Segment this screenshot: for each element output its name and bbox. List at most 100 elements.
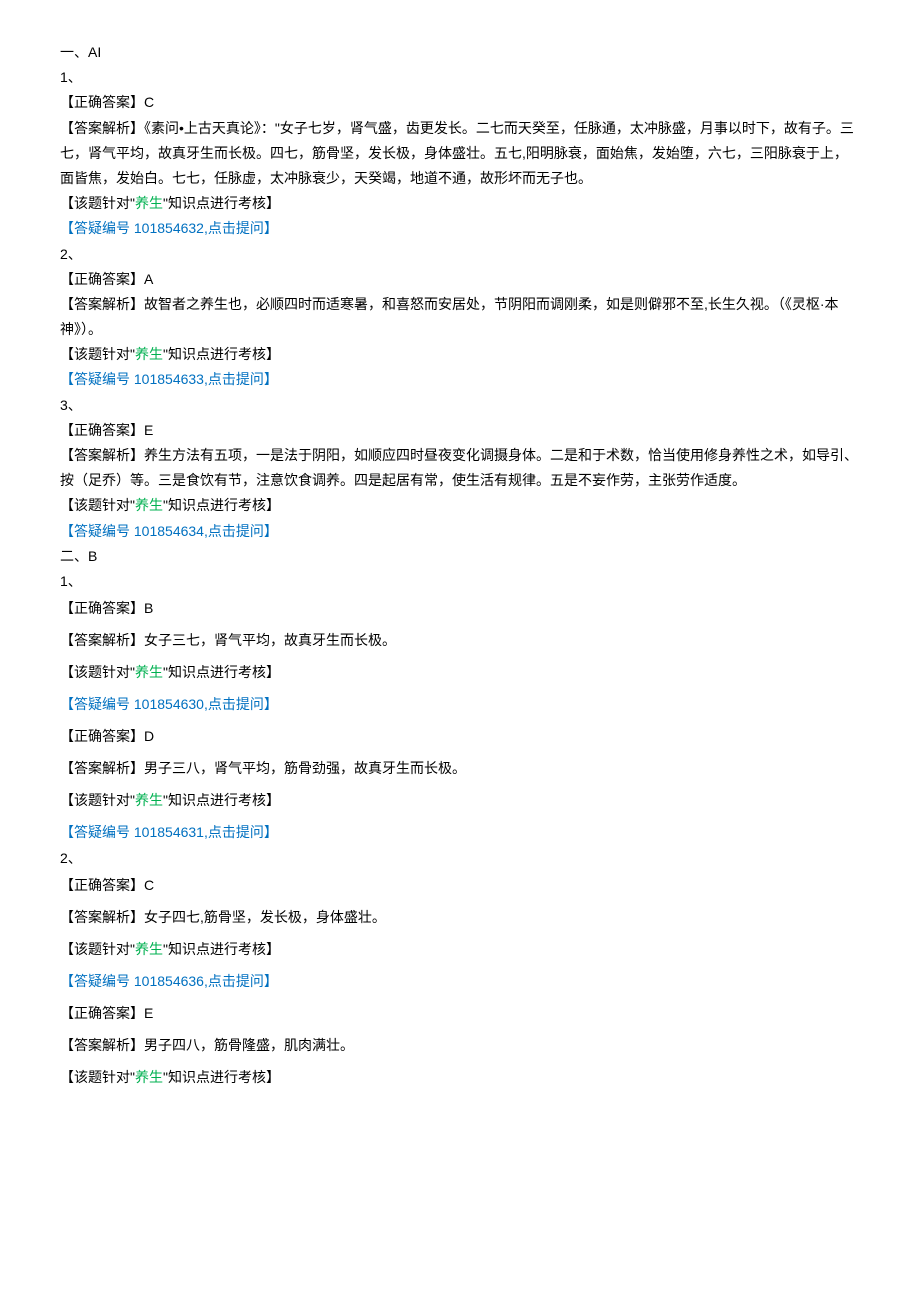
explanation-label: 【答案解析】	[60, 120, 144, 136]
link-post: ,点击提问】	[204, 523, 278, 539]
explanation-text: 男子三八，肾气平均，筋骨劲强，故真牙生而长极。	[144, 760, 466, 776]
b-q1-p2-link[interactable]: 【答疑编号 101854631,点击提问】	[60, 818, 860, 846]
note-keyword: 养生	[135, 792, 163, 808]
b-q1-p1-note: 【该题针对"养生"知识点进行考核】	[60, 658, 860, 686]
note-keyword: 养生	[135, 497, 163, 513]
link-pre: 【答疑编号	[60, 824, 134, 840]
b-q2-p2-note: 【该题针对"养生"知识点进行考核】	[60, 1063, 860, 1091]
note-keyword: 养生	[135, 941, 163, 957]
explanation-label: 【答案解析】	[60, 296, 144, 312]
q1-explanation: 【答案解析】《素问•上古天真论》："女子七岁，肾气盛，齿更发长。二七而天癸至，任…	[60, 116, 860, 192]
explanation-text: 养生方法有五项，一是法于阴阳，如顺应四时昼夜变化调摄身体。二是和于术数，恰当使用…	[60, 447, 858, 488]
link-pre: 【答疑编号	[60, 973, 134, 989]
b-q1-p1-answer: 【正确答案】B	[60, 594, 860, 622]
answer-label: 【正确答案】	[60, 728, 144, 744]
section-b-body-2: 【正确答案】C 【答案解析】女子四七,筋骨坚，发长极，身体盛壮。 【该题针对"养…	[60, 871, 860, 1091]
answer-label: 【正确答案】	[60, 1005, 144, 1021]
q2-note: 【该题针对"养生"知识点进行考核】	[60, 342, 860, 367]
link-id: 101854631	[134, 824, 204, 840]
q2-explanation: 【答案解析】故智者之养生也，必顺四时而适寒暑，和喜怒而安居处，节阴阳而调刚柔，如…	[60, 292, 860, 342]
answer-value: E	[144, 1005, 153, 1021]
b-q2-p1-link[interactable]: 【答疑编号 101854636,点击提问】	[60, 967, 860, 995]
q1-number: 1、	[60, 65, 860, 90]
answer-value: D	[144, 728, 154, 744]
b-q2-p2-explanation: 【答案解析】男子四八，筋骨隆盛，肌肉满壮。	[60, 1031, 860, 1059]
explanation-text: 男子四八，筋骨隆盛，肌肉满壮。	[144, 1037, 354, 1053]
link-pre: 【答疑编号	[60, 523, 134, 539]
q1-note: 【该题针对"养生"知识点进行考核】	[60, 191, 860, 216]
b-q1-p2-answer: 【正确答案】D	[60, 722, 860, 750]
q2-link[interactable]: 【答疑编号 101854633,点击提问】	[60, 367, 860, 392]
explanation-label: 【答案解析】	[60, 760, 144, 776]
q3-number: 3、	[60, 393, 860, 418]
q1-answer: 【正确答案】C	[60, 90, 860, 115]
note-pre: 【该题针对"	[60, 792, 135, 808]
note-post: "知识点进行考核】	[163, 664, 280, 680]
link-pre: 【答疑编号	[60, 696, 134, 712]
answer-value: A	[144, 271, 153, 287]
section-b-header: 二、B	[60, 544, 860, 569]
link-post: ,点击提问】	[204, 696, 278, 712]
b-q1-p1-link[interactable]: 【答疑编号 101854630,点击提问】	[60, 690, 860, 718]
note-post: "知识点进行考核】	[163, 941, 280, 957]
q3-answer: 【正确答案】E	[60, 418, 860, 443]
q2-number: 2、	[60, 242, 860, 267]
answer-label: 【正确答案】	[60, 422, 144, 438]
link-id: 101854636	[134, 973, 204, 989]
explanation-label: 【答案解析】	[60, 447, 144, 463]
note-pre: 【该题针对"	[60, 497, 135, 513]
link-post: ,点击提问】	[204, 824, 278, 840]
section-b-body: 【正确答案】B 【答案解析】女子三七，肾气平均，故真牙生而长极。 【该题针对"养…	[60, 594, 860, 846]
link-pre: 【答疑编号	[60, 371, 134, 387]
answer-label: 【正确答案】	[60, 600, 144, 616]
q3-link[interactable]: 【答疑编号 101854634,点击提问】	[60, 519, 860, 544]
note-keyword: 养生	[135, 346, 163, 362]
answer-value: C	[144, 877, 154, 893]
link-pre: 【答疑编号	[60, 220, 134, 236]
note-pre: 【该题针对"	[60, 195, 135, 211]
note-keyword: 养生	[135, 195, 163, 211]
q3-explanation: 【答案解析】养生方法有五项，一是法于阴阳，如顺应四时昼夜变化调摄身体。二是和于术…	[60, 443, 860, 493]
explanation-label: 【答案解析】	[60, 1037, 144, 1053]
b-q2-p2-answer: 【正确答案】E	[60, 999, 860, 1027]
link-id: 101854632	[134, 220, 204, 236]
note-post: "知识点进行考核】	[163, 497, 280, 513]
link-id: 101854633	[134, 371, 204, 387]
note-pre: 【该题针对"	[60, 1069, 135, 1085]
b-q2-number: 2、	[60, 846, 860, 871]
note-pre: 【该题针对"	[60, 346, 135, 362]
answer-label: 【正确答案】	[60, 271, 144, 287]
note-post: "知识点进行考核】	[163, 792, 280, 808]
explanation-text: 女子三七，肾气平均，故真牙生而长极。	[144, 632, 396, 648]
note-post: "知识点进行考核】	[163, 195, 280, 211]
explanation-text: 女子四七,筋骨坚，发长极，身体盛壮。	[144, 909, 386, 925]
b-q1-number: 1、	[60, 569, 860, 594]
explanation-text: 《素问•上古天真论》："女子七岁，肾气盛，齿更发长。二七而天癸至，任脉通，太冲脉…	[60, 120, 854, 186]
b-q1-p2-explanation: 【答案解析】男子三八，肾气平均，筋骨劲强，故真牙生而长极。	[60, 754, 860, 782]
section-a-header: 一、AI	[60, 40, 860, 65]
q1-link[interactable]: 【答疑编号 101854632,点击提问】	[60, 216, 860, 241]
q3-note: 【该题针对"养生"知识点进行考核】	[60, 493, 860, 518]
link-post: ,点击提问】	[204, 371, 278, 387]
b-q2-p1-note: 【该题针对"养生"知识点进行考核】	[60, 935, 860, 963]
explanation-label: 【答案解析】	[60, 909, 144, 925]
answer-label: 【正确答案】	[60, 94, 144, 110]
explanation-text: 故智者之养生也，必顺四时而适寒暑，和喜怒而安居处，节阴阳而调刚柔，如是则僻邪不至…	[60, 296, 839, 337]
answer-value: C	[144, 94, 154, 110]
note-pre: 【该题针对"	[60, 664, 135, 680]
link-post: ,点击提问】	[204, 973, 278, 989]
b-q2-p1-explanation: 【答案解析】女子四七,筋骨坚，发长极，身体盛壮。	[60, 903, 860, 931]
link-id: 101854634	[134, 523, 204, 539]
link-id: 101854630	[134, 696, 204, 712]
note-pre: 【该题针对"	[60, 941, 135, 957]
note-post: "知识点进行考核】	[163, 1069, 280, 1085]
note-keyword: 养生	[135, 664, 163, 680]
document-body: 一、AI 1、 【正确答案】C 【答案解析】《素问•上古天真论》："女子七岁，肾…	[60, 40, 860, 1091]
b-q2-p1-answer: 【正确答案】C	[60, 871, 860, 899]
b-q1-p1-explanation: 【答案解析】女子三七，肾气平均，故真牙生而长极。	[60, 626, 860, 654]
note-post: "知识点进行考核】	[163, 346, 280, 362]
answer-label: 【正确答案】	[60, 877, 144, 893]
note-keyword: 养生	[135, 1069, 163, 1085]
answer-value: B	[144, 600, 153, 616]
link-post: ,点击提问】	[204, 220, 278, 236]
